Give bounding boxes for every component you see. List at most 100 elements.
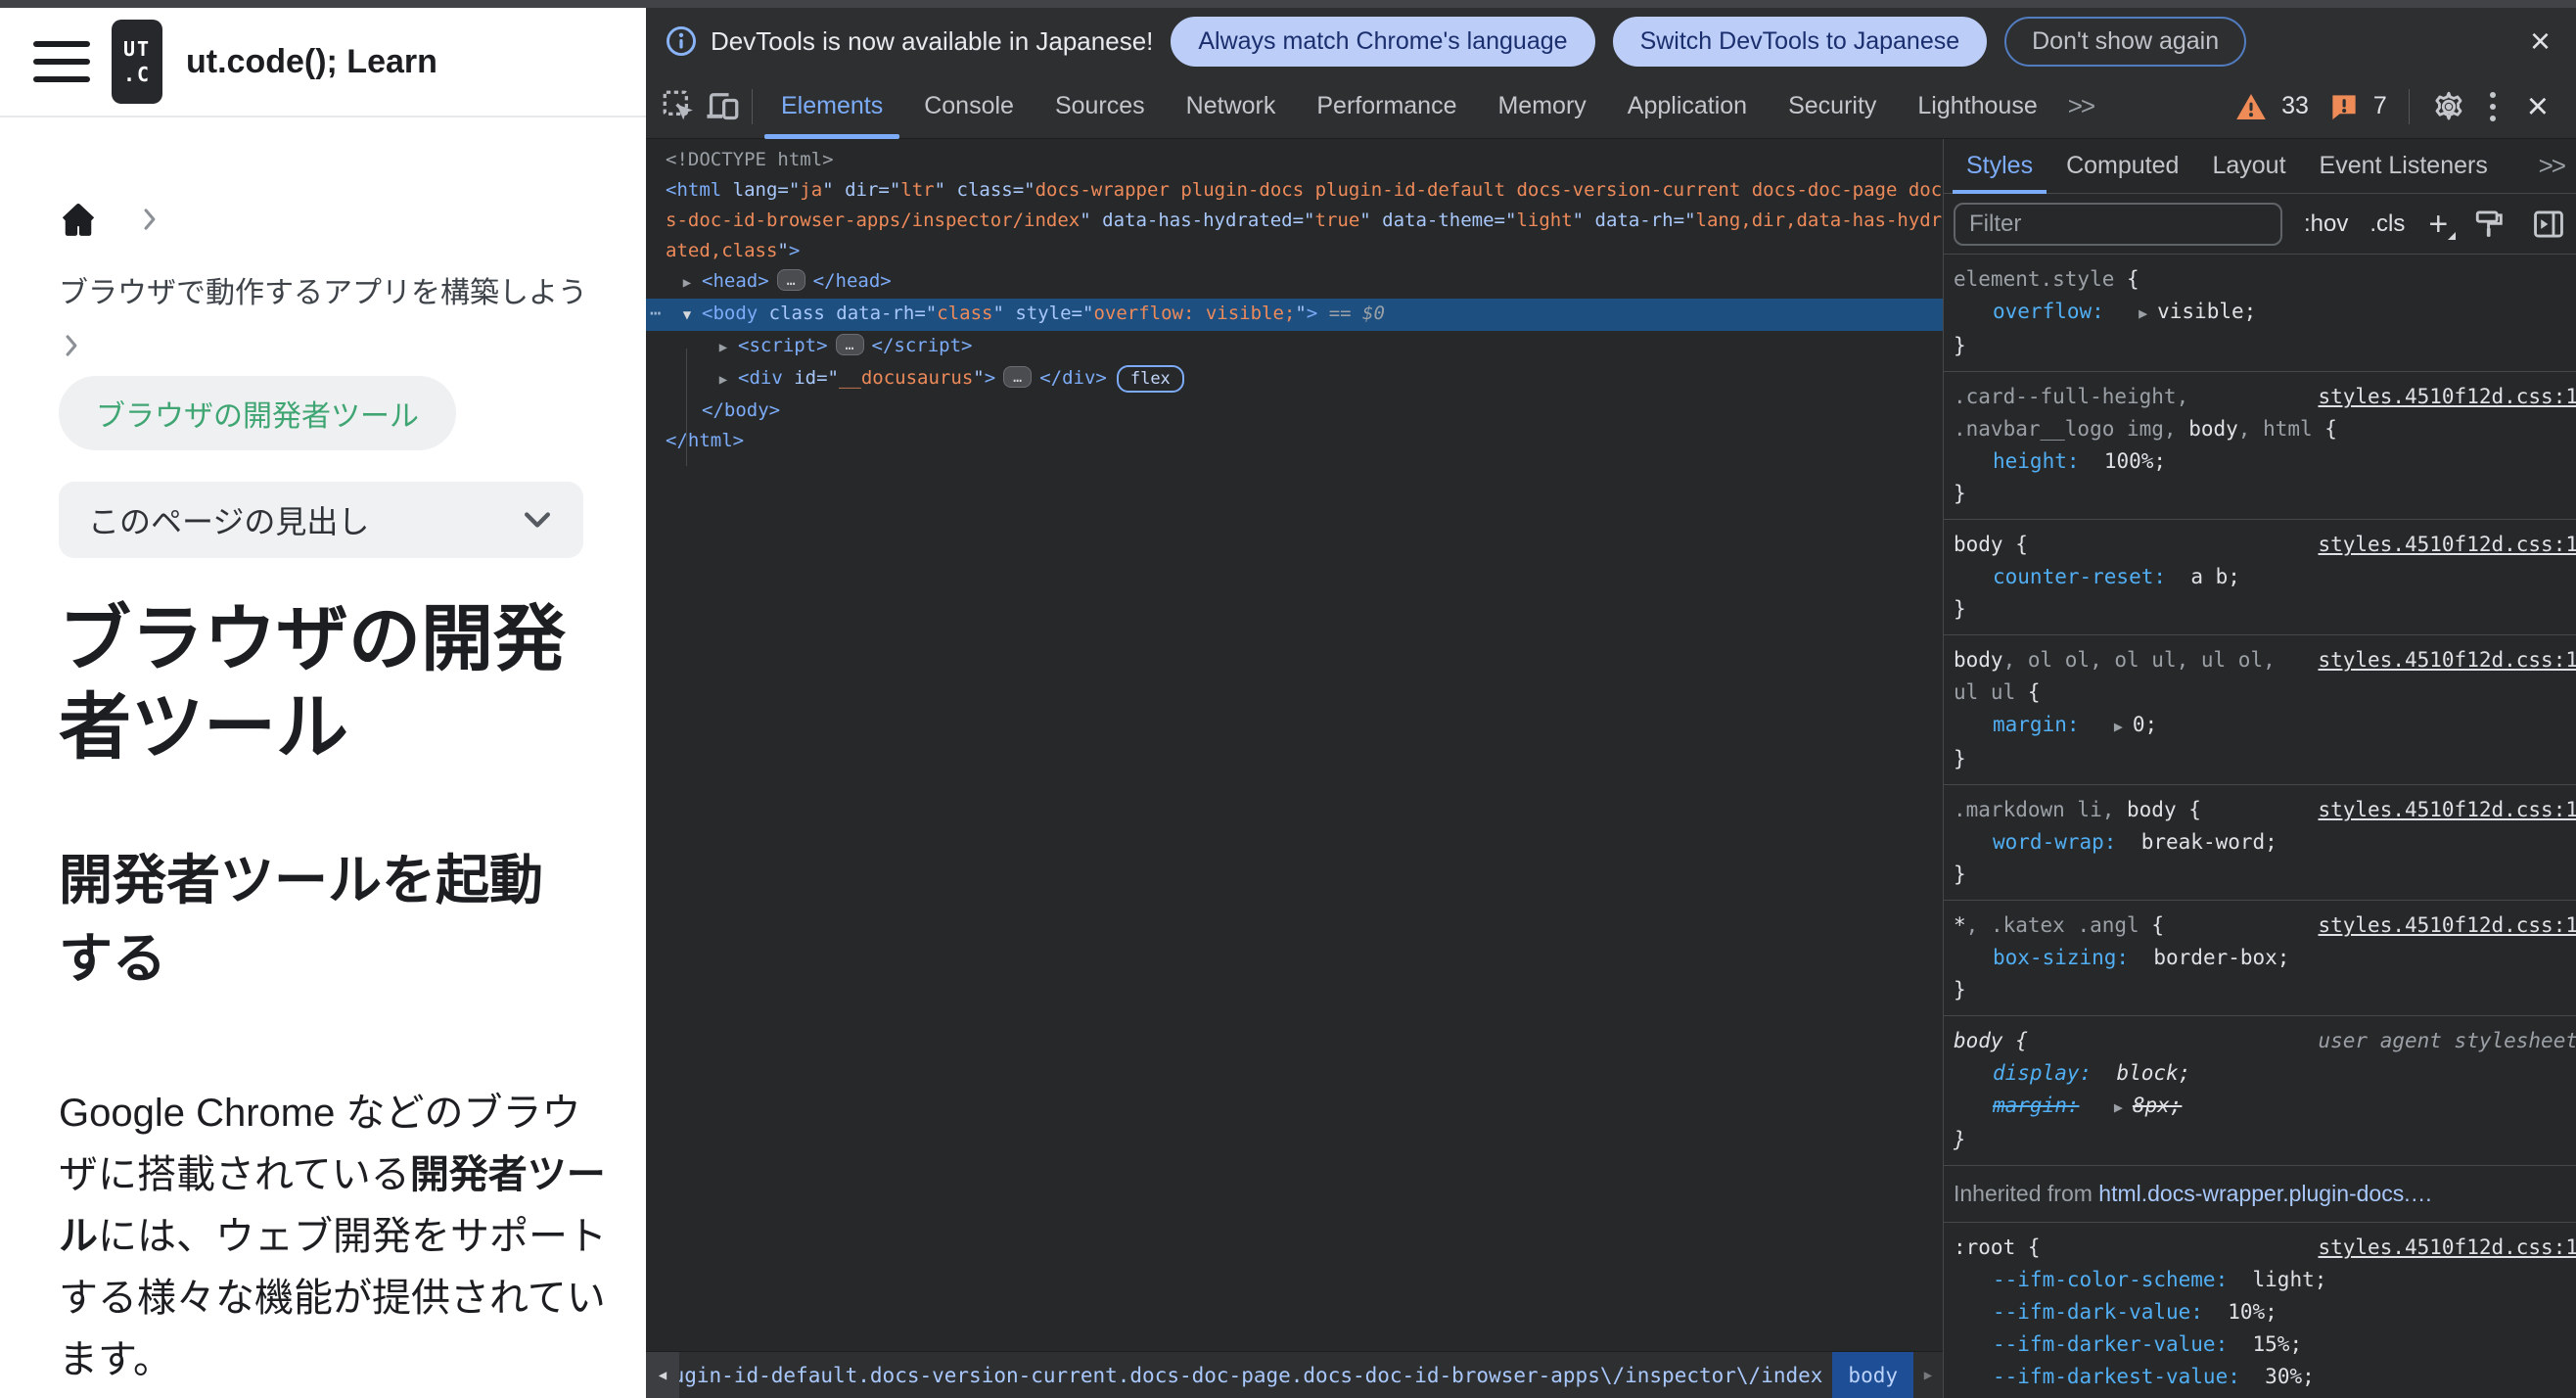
devtools-tab-application[interactable]: Application xyxy=(1607,74,1768,139)
indent-guide xyxy=(686,349,687,466)
expand-ellipsis-icon[interactable]: … xyxy=(776,269,805,291)
styles-tab-computed[interactable]: Computed xyxy=(2049,139,2195,194)
device-toolbar-icon[interactable] xyxy=(701,83,744,130)
devtools-tab-network[interactable]: Network xyxy=(1166,74,1297,139)
expand-ellipsis-icon[interactable]: … xyxy=(835,334,864,355)
stylesheet-source-link[interactable]: styles.4510f12d.css:1 xyxy=(2318,909,2576,942)
css-property[interactable]: word-wrap: break-word; xyxy=(1954,826,2576,859)
collapse-arrow-icon[interactable]: ▼ xyxy=(672,301,702,331)
infobar-button[interactable]: Don't show again xyxy=(2004,16,2247,67)
logo-line2: .C xyxy=(122,63,152,86)
css-property[interactable]: margin: ▶ 0; xyxy=(1954,709,2576,743)
toc-dropdown[interactable]: このページの見出し xyxy=(59,482,583,558)
infobar-close-icon[interactable]: × xyxy=(2530,23,2551,59)
style-rule: styles.4510f12d.css:1 .card--full-height,… xyxy=(1944,372,2576,520)
devtools-tab-elements[interactable]: Elements xyxy=(760,74,903,139)
stylesheet-source-link[interactable]: styles.4510f12d.css:1 xyxy=(2318,644,2576,676)
infobar-button[interactable]: Switch DevTools to Japanese xyxy=(1612,16,1988,67)
expand-arrow-icon[interactable]: ▶ xyxy=(672,268,702,299)
css-property[interactable]: box-sizing: border-box; xyxy=(1954,942,2576,974)
dom-tree-node[interactable]: <html lang="ja" dir="ltr" class="docs-wr… xyxy=(646,175,1943,266)
css-property[interactable]: margin: ▶ 8px; xyxy=(1954,1090,2576,1124)
window-top-edge xyxy=(0,0,2576,8)
breadcrumb-current-node[interactable]: body xyxy=(1832,1352,1913,1398)
infobar-button[interactable]: Always match Chrome's language xyxy=(1171,16,1595,67)
styles-filter-input[interactable] xyxy=(1954,202,2282,246)
dom-tree-node[interactable]: <!DOCTYPE html> xyxy=(646,145,1943,175)
more-panels-icon[interactable]: >> xyxy=(2539,151,2576,181)
stylesheet-source-link[interactable]: styles.4510f12d.css:1 xyxy=(2318,794,2576,826)
devtools-tab-memory[interactable]: Memory xyxy=(1477,74,1606,139)
expand-arrow-icon[interactable]: ▶ xyxy=(709,333,738,363)
styles-tab-layout[interactable]: Layout xyxy=(2195,139,2302,194)
css-property[interactable]: height: 100%; xyxy=(1954,445,2576,478)
css-property[interactable]: display: block; xyxy=(1954,1057,2576,1090)
elements-dom-tree: <!DOCTYPE html> <html lang="ja" dir="ltr"… xyxy=(646,139,1943,1351)
breadcrumb-item-current[interactable]: ブラウザの開発者ツール xyxy=(59,376,456,450)
css-property[interactable]: --ifm-color-scheme: light; xyxy=(1954,1264,2576,1296)
flex-badge[interactable]: flex xyxy=(1116,365,1184,393)
css-property[interactable]: --ifm-darker-value: 15%; xyxy=(1954,1328,2576,1361)
breadcrumb-scroll-right-icon[interactable]: ▶ xyxy=(1913,1352,1943,1398)
css-property[interactable]: counter-reset: a b; xyxy=(1954,561,2576,593)
dom-tree-node[interactable]: </html> xyxy=(646,426,1943,456)
css-property[interactable]: overflow: ▶ visible; xyxy=(1954,296,2576,330)
hamburger-menu-button[interactable] xyxy=(33,41,90,82)
issues-icon[interactable] xyxy=(2328,91,2360,122)
new-style-rule-icon[interactable]: + xyxy=(2428,208,2457,241)
home-icon[interactable] xyxy=(59,200,98,239)
devtools-tab-lighthouse[interactable]: Lighthouse xyxy=(1897,74,2057,139)
devtools-tab-console[interactable]: Console xyxy=(903,74,1035,139)
styles-tab-event-listeners[interactable]: Event Listeners xyxy=(2303,139,2505,194)
dom-tree-node[interactable]: </body> xyxy=(646,396,1943,426)
devtools-tab-security[interactable]: Security xyxy=(1768,74,1897,139)
collapse-panel-icon[interactable] xyxy=(2532,208,2565,241)
style-rule: styles.4510f12d.css:1 body {counter-reset… xyxy=(1944,520,2576,635)
toolbar-right-group: 33 7 × xyxy=(2234,86,2576,127)
section-heading: 開発者ツールを起動する xyxy=(59,850,544,989)
inspect-element-icon[interactable] xyxy=(658,83,701,130)
dom-tree-node[interactable]: ⋯ ▼ <body class data-rh="class" style="ove… xyxy=(646,299,1943,331)
devtools-tabs: Elements Console Sources Network Performance… xyxy=(760,74,2058,139)
inherited-node-link[interactable]: html.docs-wrapper.plugin-docs.… xyxy=(2098,1181,2432,1206)
devtools-tab-sources[interactable]: Sources xyxy=(1035,74,1166,139)
expand-ellipsis-icon[interactable]: … xyxy=(1003,366,1033,388)
css-property[interactable]: --ifm-light-value: 15%; xyxy=(1954,1393,2576,1398)
stylesheet-source-link[interactable]: styles.4510f12d.css:1 xyxy=(2318,529,2576,561)
expand-shorthand-icon: ▶ xyxy=(2113,718,2123,735)
styles-tab-styles[interactable]: Styles xyxy=(1950,139,2049,194)
rule-selector[interactable]: element.style { xyxy=(1954,263,2576,296)
devtools-close-icon[interactable]: × xyxy=(2519,88,2556,125)
css-property[interactable]: --ifm-darkest-value: 30%; xyxy=(1954,1361,2576,1393)
warning-icon[interactable] xyxy=(2234,90,2268,123)
dom-tree-node[interactable]: ▶ <head>… </head> xyxy=(646,266,1943,299)
breadcrumb-path[interactable]: plugin-id-default.docs-version-current.d… xyxy=(679,1352,1832,1398)
breadcrumb-item-parent[interactable]: ブラウザで動作するアプリを構築しよう xyxy=(59,268,587,311)
css-property[interactable]: --ifm-dark-value: 10%; xyxy=(1954,1296,2576,1328)
more-tabs-icon[interactable]: >> xyxy=(2058,91,2103,121)
site-logo[interactable]: UT .C xyxy=(112,20,162,104)
dom-tree-node[interactable]: ▶ <div id="__docusaurus">… </div> flex xyxy=(646,363,1943,396)
chevron-right-icon xyxy=(59,333,587,358)
styles-rules-list: element.style {overflow: ▶ visible;} style… xyxy=(1944,255,2576,1398)
chevron-right-icon xyxy=(137,207,162,232)
doc-content: ブラウザで動作するアプリを構築しよう ブラウザの開発者ツール このページの見出し… xyxy=(0,200,646,1398)
paint-roller-icon[interactable] xyxy=(2473,208,2507,241)
drag-handle-icon: ⋯ xyxy=(650,303,662,324)
docs-site-page: UT .C ut.code(); Learn ブラウザで動作するアプリを構築しよ… xyxy=(0,8,646,1398)
breadcrumb xyxy=(59,200,587,239)
breadcrumb-scroll-left-icon[interactable]: ◀ xyxy=(646,1352,679,1398)
element-class-toggle[interactable]: .cls xyxy=(2369,210,2405,238)
site-title[interactable]: ut.code(); Learn xyxy=(186,43,437,81)
style-rule: user agent stylesheet body {display: bloc… xyxy=(1944,1016,2576,1166)
pseudo-state-toggle[interactable]: :hov xyxy=(2304,210,2348,238)
stylesheet-source-link[interactable]: styles.4510f12d.css:1 xyxy=(2318,1232,2576,1264)
devtools-tab-performance[interactable]: Performance xyxy=(1296,74,1477,139)
kebab-menu-icon[interactable] xyxy=(2480,86,2506,127)
warning-count[interactable]: 33 xyxy=(2281,92,2309,120)
dom-tree-node[interactable]: ▶ <script>… </script> xyxy=(646,331,1943,363)
expand-arrow-icon[interactable]: ▶ xyxy=(709,365,738,396)
settings-gear-icon[interactable] xyxy=(2431,89,2466,124)
stylesheet-source-link[interactable]: styles.4510f12d.css:1 xyxy=(2318,381,2576,413)
issues-count[interactable]: 7 xyxy=(2373,92,2387,120)
